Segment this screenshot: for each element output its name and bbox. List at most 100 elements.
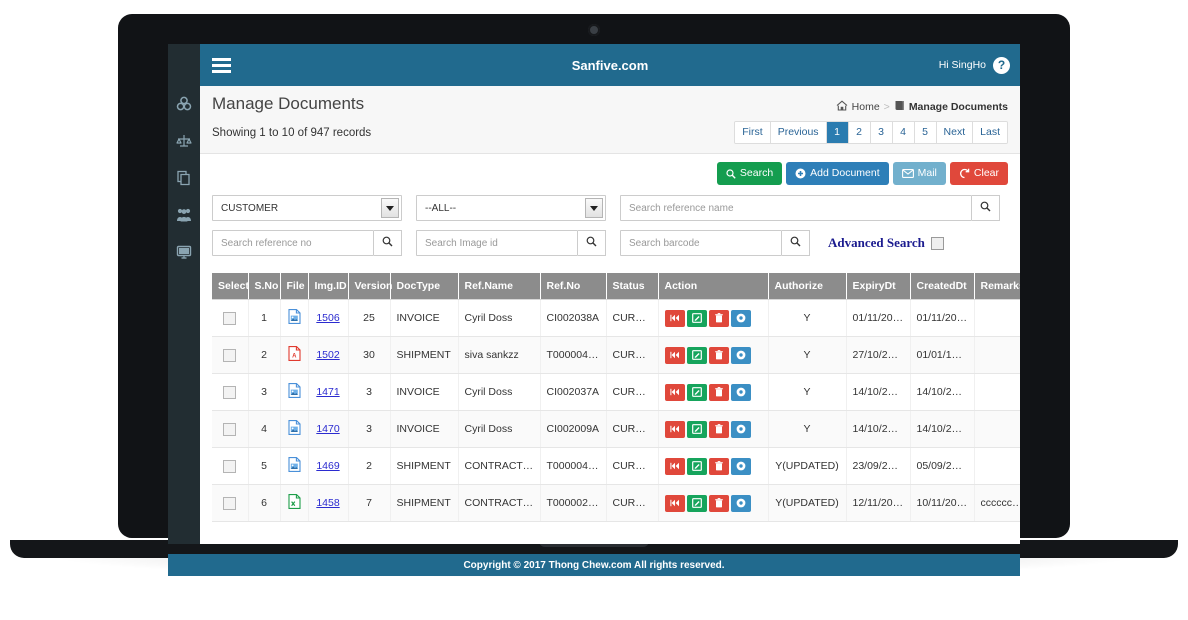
image-id-search-button[interactable]: [578, 230, 606, 256]
row-checkbox[interactable]: [223, 348, 237, 362]
table-row[interactable]: 4 1470 3INVOICECyril DossCI002009ACURRENT Y…: [212, 410, 1020, 448]
table-row[interactable]: 5 1469 2SHIPMENTCONTRACT CUST...T00000409C…: [212, 447, 1020, 485]
pagination-item-2[interactable]: 2: [848, 122, 871, 143]
history-button[interactable]: [664, 494, 685, 512]
history-button[interactable]: [664, 383, 685, 401]
column-header-version[interactable]: Version: [348, 273, 392, 300]
pdf-file-icon[interactable]: A: [287, 346, 301, 364]
row-checkbox[interactable]: [223, 459, 237, 473]
history-button[interactable]: [664, 420, 685, 438]
delete-button[interactable]: [708, 420, 729, 438]
column-header-ref-no[interactable]: Ref.No: [540, 273, 607, 300]
settings-button[interactable]: [730, 383, 751, 401]
delete-button[interactable]: [708, 346, 729, 364]
column-header-select[interactable]: Select: [212, 273, 249, 300]
add-document-button[interactable]: Add Document: [786, 162, 889, 185]
column-header-authorize[interactable]: Authorize: [768, 273, 847, 300]
category-select[interactable]: CUSTOMER: [212, 195, 402, 221]
settings-button[interactable]: [730, 346, 751, 364]
edit-button[interactable]: [686, 309, 707, 327]
column-header-createddt[interactable]: CreatedDt: [910, 273, 975, 300]
edit-button[interactable]: [686, 383, 707, 401]
history-button[interactable]: [664, 346, 685, 364]
sidebar-item-scales[interactable]: [168, 125, 200, 157]
column-header-remarks[interactable]: Remarks: [974, 273, 1020, 300]
row-checkbox[interactable]: [223, 311, 237, 325]
table-row[interactable]: 2 A 1502 30 SHIPMENT siva sankzz T00000408 CURR…: [212, 336, 1020, 374]
column-header-ref-name[interactable]: Ref.Name: [458, 273, 541, 300]
row-checkbox[interactable]: [223, 422, 237, 436]
image-id-link[interactable]: 1470: [316, 423, 339, 435]
delete-button[interactable]: [708, 494, 729, 512]
breadcrumb-home[interactable]: Home: [852, 101, 880, 113]
delete-button[interactable]: [708, 309, 729, 327]
pagination-item-3[interactable]: 3: [870, 122, 893, 143]
history-button[interactable]: [664, 457, 685, 475]
clear-button[interactable]: Clear: [949, 162, 1008, 185]
edit-button[interactable]: [686, 420, 707, 438]
image-id-link[interactable]: 1458: [316, 497, 339, 509]
row-checkbox[interactable]: [223, 496, 237, 510]
barcode-input[interactable]: [620, 230, 782, 256]
pagination-item-5[interactable]: 5: [914, 122, 937, 143]
image-file-icon[interactable]: [287, 383, 301, 401]
edit-button[interactable]: [686, 346, 707, 364]
row-checkbox[interactable]: [223, 385, 237, 399]
image-file-icon[interactable]: [287, 457, 301, 475]
delete-button[interactable]: [708, 383, 729, 401]
chevron-down-icon-2[interactable]: [585, 198, 603, 218]
reference-no-input[interactable]: [212, 230, 374, 256]
column-header-s-no[interactable]: S.No: [248, 273, 281, 300]
excel-file-icon[interactable]: [287, 494, 301, 512]
reference-name-search-button[interactable]: [972, 195, 1000, 221]
pagination-item-4[interactable]: 4: [892, 122, 915, 143]
image-file-icon[interactable]: [287, 420, 301, 438]
pagination-item-last[interactable]: Last: [973, 122, 1007, 143]
sidebar-item-rings[interactable]: [168, 88, 200, 120]
table-row[interactable]: 6 1458 7SHIPMENTCONTRACT CUST.T00000256CUR…: [212, 484, 1020, 522]
page-header: Manage Documents Home > Manage Documents…: [200, 86, 1020, 154]
user-greeting[interactable]: Hi SingHo: [939, 59, 986, 71]
search-button[interactable]: Search: [716, 162, 783, 185]
sidebar-item-monitor[interactable]: [168, 236, 200, 268]
column-header-action[interactable]: Action: [658, 273, 769, 300]
pagination-item-first[interactable]: First: [735, 122, 771, 143]
image-id-link[interactable]: 1469: [316, 460, 339, 472]
settings-button[interactable]: [730, 457, 751, 475]
column-header-status[interactable]: Status: [606, 273, 659, 300]
type-select[interactable]: --ALL--: [416, 195, 606, 221]
image-id-link[interactable]: 1502: [316, 349, 339, 361]
image-id-input[interactable]: [416, 230, 578, 256]
column-header-file[interactable]: File: [280, 273, 309, 300]
help-icon[interactable]: ?: [993, 56, 1010, 74]
settings-button[interactable]: [730, 309, 751, 327]
edit-button[interactable]: [686, 494, 707, 512]
image-id-link[interactable]: 1471: [316, 386, 339, 398]
edit-button[interactable]: [686, 457, 707, 475]
image-file-icon[interactable]: [287, 309, 301, 327]
sidebar-item-users[interactable]: [168, 199, 200, 231]
column-header-doctype[interactable]: DocType: [390, 273, 459, 300]
settings-button[interactable]: [730, 420, 751, 438]
mail-button[interactable]: Mail: [892, 162, 946, 185]
reference-no-search-button[interactable]: [374, 230, 402, 256]
pagination-item-1[interactable]: 1: [826, 122, 849, 143]
pagination-item-previous[interactable]: Previous: [770, 122, 827, 143]
chevron-down-icon[interactable]: [381, 198, 399, 218]
history-button[interactable]: [664, 309, 685, 327]
sidebar-item-documents[interactable]: [168, 162, 200, 194]
delete-button[interactable]: [708, 457, 729, 475]
column-header-img-id[interactable]: Img.ID: [308, 273, 349, 300]
advanced-search[interactable]: Advanced Search: [824, 230, 944, 256]
table-row[interactable]: 314713INVOICECyril DossCI002037ACURRENTY…: [212, 373, 1020, 411]
hamburger-icon[interactable]: [200, 44, 242, 86]
table-row[interactable]: 1 1506 25INVOICECyril DossCI002038ACURRENT…: [212, 299, 1020, 337]
advanced-search-checkbox[interactable]: [930, 236, 944, 250]
reference-name-input[interactable]: [620, 195, 972, 221]
pagination-item-next[interactable]: Next: [936, 122, 974, 143]
action-button-group: [664, 457, 762, 475]
column-header-expirydt[interactable]: ExpiryDt: [846, 273, 911, 300]
image-id-link[interactable]: 1506: [316, 312, 339, 324]
settings-button[interactable]: [730, 494, 751, 512]
barcode-search-button[interactable]: [782, 230, 810, 256]
